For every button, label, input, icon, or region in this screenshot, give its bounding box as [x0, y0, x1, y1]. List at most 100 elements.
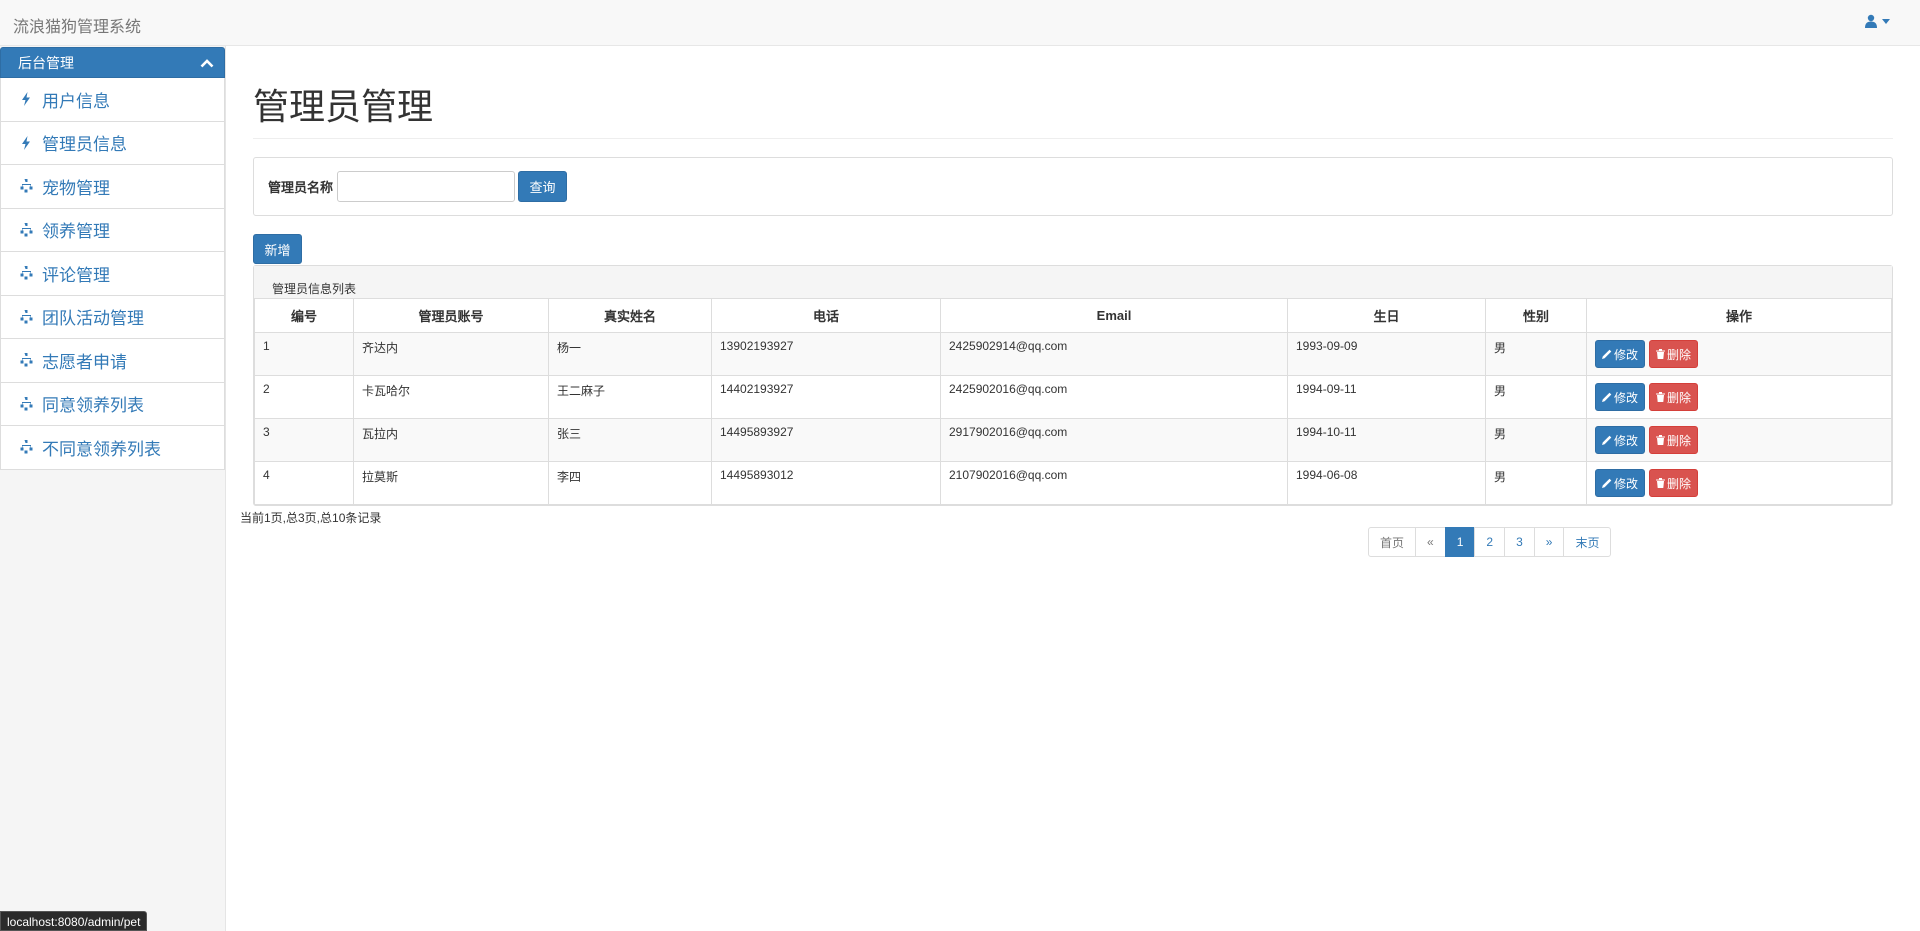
edit-label: 修改	[1614, 390, 1639, 405]
sitemap-icon	[18, 178, 34, 194]
table-cell: 王二麻子	[548, 375, 712, 419]
user-icon	[1865, 14, 1877, 28]
trash-icon	[1656, 349, 1666, 359]
sidebar-item[interactable]: 团队活动管理	[0, 295, 225, 339]
table-cell: 1994-09-11	[1287, 375, 1486, 419]
table-cell: 13902193927	[711, 332, 941, 376]
sidebar-header[interactable]: 后台管理	[0, 47, 225, 78]
pager-info: 当前1页,总3页,总10条记录	[240, 511, 382, 525]
actions-cell: 修改 删除	[1586, 418, 1892, 462]
column-header: 电话	[711, 298, 941, 333]
sidebar-item[interactable]: 用户信息	[0, 78, 225, 122]
search-label: 管理员名称	[268, 180, 334, 195]
sidebar-item[interactable]: 管理员信息	[0, 121, 225, 165]
edit-label: 修改	[1614, 476, 1639, 491]
page-last[interactable]: 末页	[1563, 527, 1612, 557]
trash-icon	[1656, 478, 1666, 488]
sidebar-item-label: 领养管理	[42, 222, 110, 242]
table-cell: 14495893927	[711, 418, 941, 462]
trash-icon	[1656, 435, 1666, 445]
column-header: 操作	[1586, 298, 1892, 333]
actions-cell: 修改 删除	[1586, 461, 1892, 505]
sidebar-item[interactable]: 不同意领养列表	[0, 426, 225, 470]
table-cell: 4	[254, 461, 354, 505]
sidebar-item-label: 宠物管理	[42, 178, 110, 198]
table-cell: 2	[254, 375, 354, 419]
admin-table-panel: 管理员信息列表 编号 管理员账号 真实姓名 电话 Email 生日 性别 操作 1 齐达内 杨一 1…	[253, 265, 1893, 506]
pagination: 首页 «1 2 3» 末页	[1368, 527, 1612, 557]
table-cell: 男	[1485, 418, 1587, 462]
page-first[interactable]: 首页	[1368, 527, 1417, 557]
edit-button[interactable]: 修改	[1595, 383, 1646, 411]
page-prev[interactable]: «	[1415, 527, 1446, 557]
column-header: 生日	[1287, 298, 1486, 333]
table-cell: 卡瓦哈尔	[353, 375, 549, 419]
top-navbar: 流浪猫狗管理系统	[0, 0, 1920, 46]
table-row: 2 卡瓦哈尔 王二麻子 14402193927 2425902016@qq.com 199…	[254, 375, 1892, 419]
app-brand[interactable]: 流浪猫狗管理系统	[13, 13, 141, 37]
page-number[interactable]: 3	[1504, 527, 1535, 557]
sidebar-item[interactable]: 宠物管理	[0, 165, 225, 209]
user-menu[interactable]	[1865, 14, 1890, 28]
table-row: 3 瓦拉内 张三 14495893927 2917902016@qq.com 1994-1…	[254, 418, 1892, 462]
table-cell: 男	[1485, 332, 1587, 376]
edit-label: 修改	[1614, 433, 1639, 448]
delete-label: 删除	[1667, 390, 1692, 405]
query-button[interactable]: 查询	[518, 171, 568, 202]
sitemap-icon	[18, 265, 34, 281]
edit-button[interactable]: 修改	[1595, 426, 1646, 454]
table-cell: 杨一	[548, 332, 712, 376]
table-row: 4 拉莫斯 李四 14495893012 2107902016@qq.com 1994-0…	[254, 461, 1892, 505]
table-row: 1 齐达内 杨一 13902193927 2425902914@qq.com 1993-0…	[254, 332, 1892, 376]
column-header: Email	[940, 298, 1288, 333]
table-cell: 2425902016@qq.com	[940, 375, 1288, 419]
page-number[interactable]: 2	[1474, 527, 1506, 557]
edit-label: 修改	[1614, 347, 1639, 362]
table-cell: 李四	[548, 461, 712, 505]
column-header: 性别	[1485, 298, 1587, 333]
table-cell: 1994-10-11	[1287, 418, 1486, 462]
sidebar-item[interactable]: 领养管理	[0, 208, 225, 252]
actions-cell: 修改 删除	[1586, 332, 1892, 376]
table-cell: 2425902914@qq.com	[940, 332, 1288, 376]
admin-name-search-input[interactable]	[337, 171, 516, 202]
edit-button[interactable]: 修改	[1595, 340, 1646, 368]
sidebar-item-label: 评论管理	[42, 265, 110, 285]
chevron-up-icon	[200, 58, 214, 67]
delete-label: 删除	[1667, 347, 1692, 362]
delete-label: 删除	[1667, 433, 1692, 448]
sitemap-icon	[18, 439, 34, 455]
bolt-icon	[18, 91, 34, 107]
sitemap-icon	[18, 396, 34, 412]
sidebar-item-label: 用户信息	[42, 91, 110, 111]
sidebar-item-label: 不同意领养列表	[42, 439, 161, 459]
edit-button[interactable]: 修改	[1595, 469, 1646, 497]
delete-button[interactable]: 删除	[1649, 383, 1699, 411]
pencil-icon	[1602, 349, 1612, 359]
table-cell: 拉莫斯	[353, 461, 549, 505]
sidebar-menu: 用户信息管理员信息宠物管理领养管理评论管理团队活动管理志愿者申请同意领养列表 不同…	[0, 78, 225, 470]
table-cell: 14402193927	[711, 375, 941, 419]
admin-table: 编号 管理员账号 真实姓名 电话 Email 生日 性别 操作 1 齐达内 杨一 139021939…	[254, 298, 1892, 505]
search-panel: 管理员名称 查询	[253, 157, 1893, 216]
add-button[interactable]: 新增	[253, 234, 302, 264]
sidebar-item[interactable]: 同意领养列表	[0, 382, 225, 426]
sidebar-item-label: 同意领养列表	[42, 396, 144, 416]
table-cell: 3	[254, 418, 354, 462]
delete-label: 删除	[1667, 476, 1692, 491]
page-next[interactable]: »	[1533, 527, 1565, 557]
sidebar-item[interactable]: 评论管理	[0, 252, 225, 296]
delete-button[interactable]: 删除	[1649, 340, 1699, 368]
delete-button[interactable]: 删除	[1649, 469, 1699, 497]
table-body: 1 齐达内 杨一 13902193927 2425902914@qq.com 1993-0…	[254, 332, 1892, 505]
page-number[interactable]: 1	[1444, 527, 1476, 557]
sidebar-item-label: 志愿者申请	[42, 352, 127, 372]
column-header: 管理员账号	[353, 298, 549, 333]
table-cell: 2917902016@qq.com	[940, 418, 1288, 462]
column-header: 编号	[254, 298, 354, 333]
table-cell: 1	[254, 332, 354, 376]
delete-button[interactable]: 删除	[1649, 426, 1699, 454]
sidebar-item-label: 管理员信息	[42, 135, 127, 155]
sidebar-item[interactable]: 志愿者申请	[0, 339, 225, 383]
sitemap-icon	[18, 309, 34, 325]
